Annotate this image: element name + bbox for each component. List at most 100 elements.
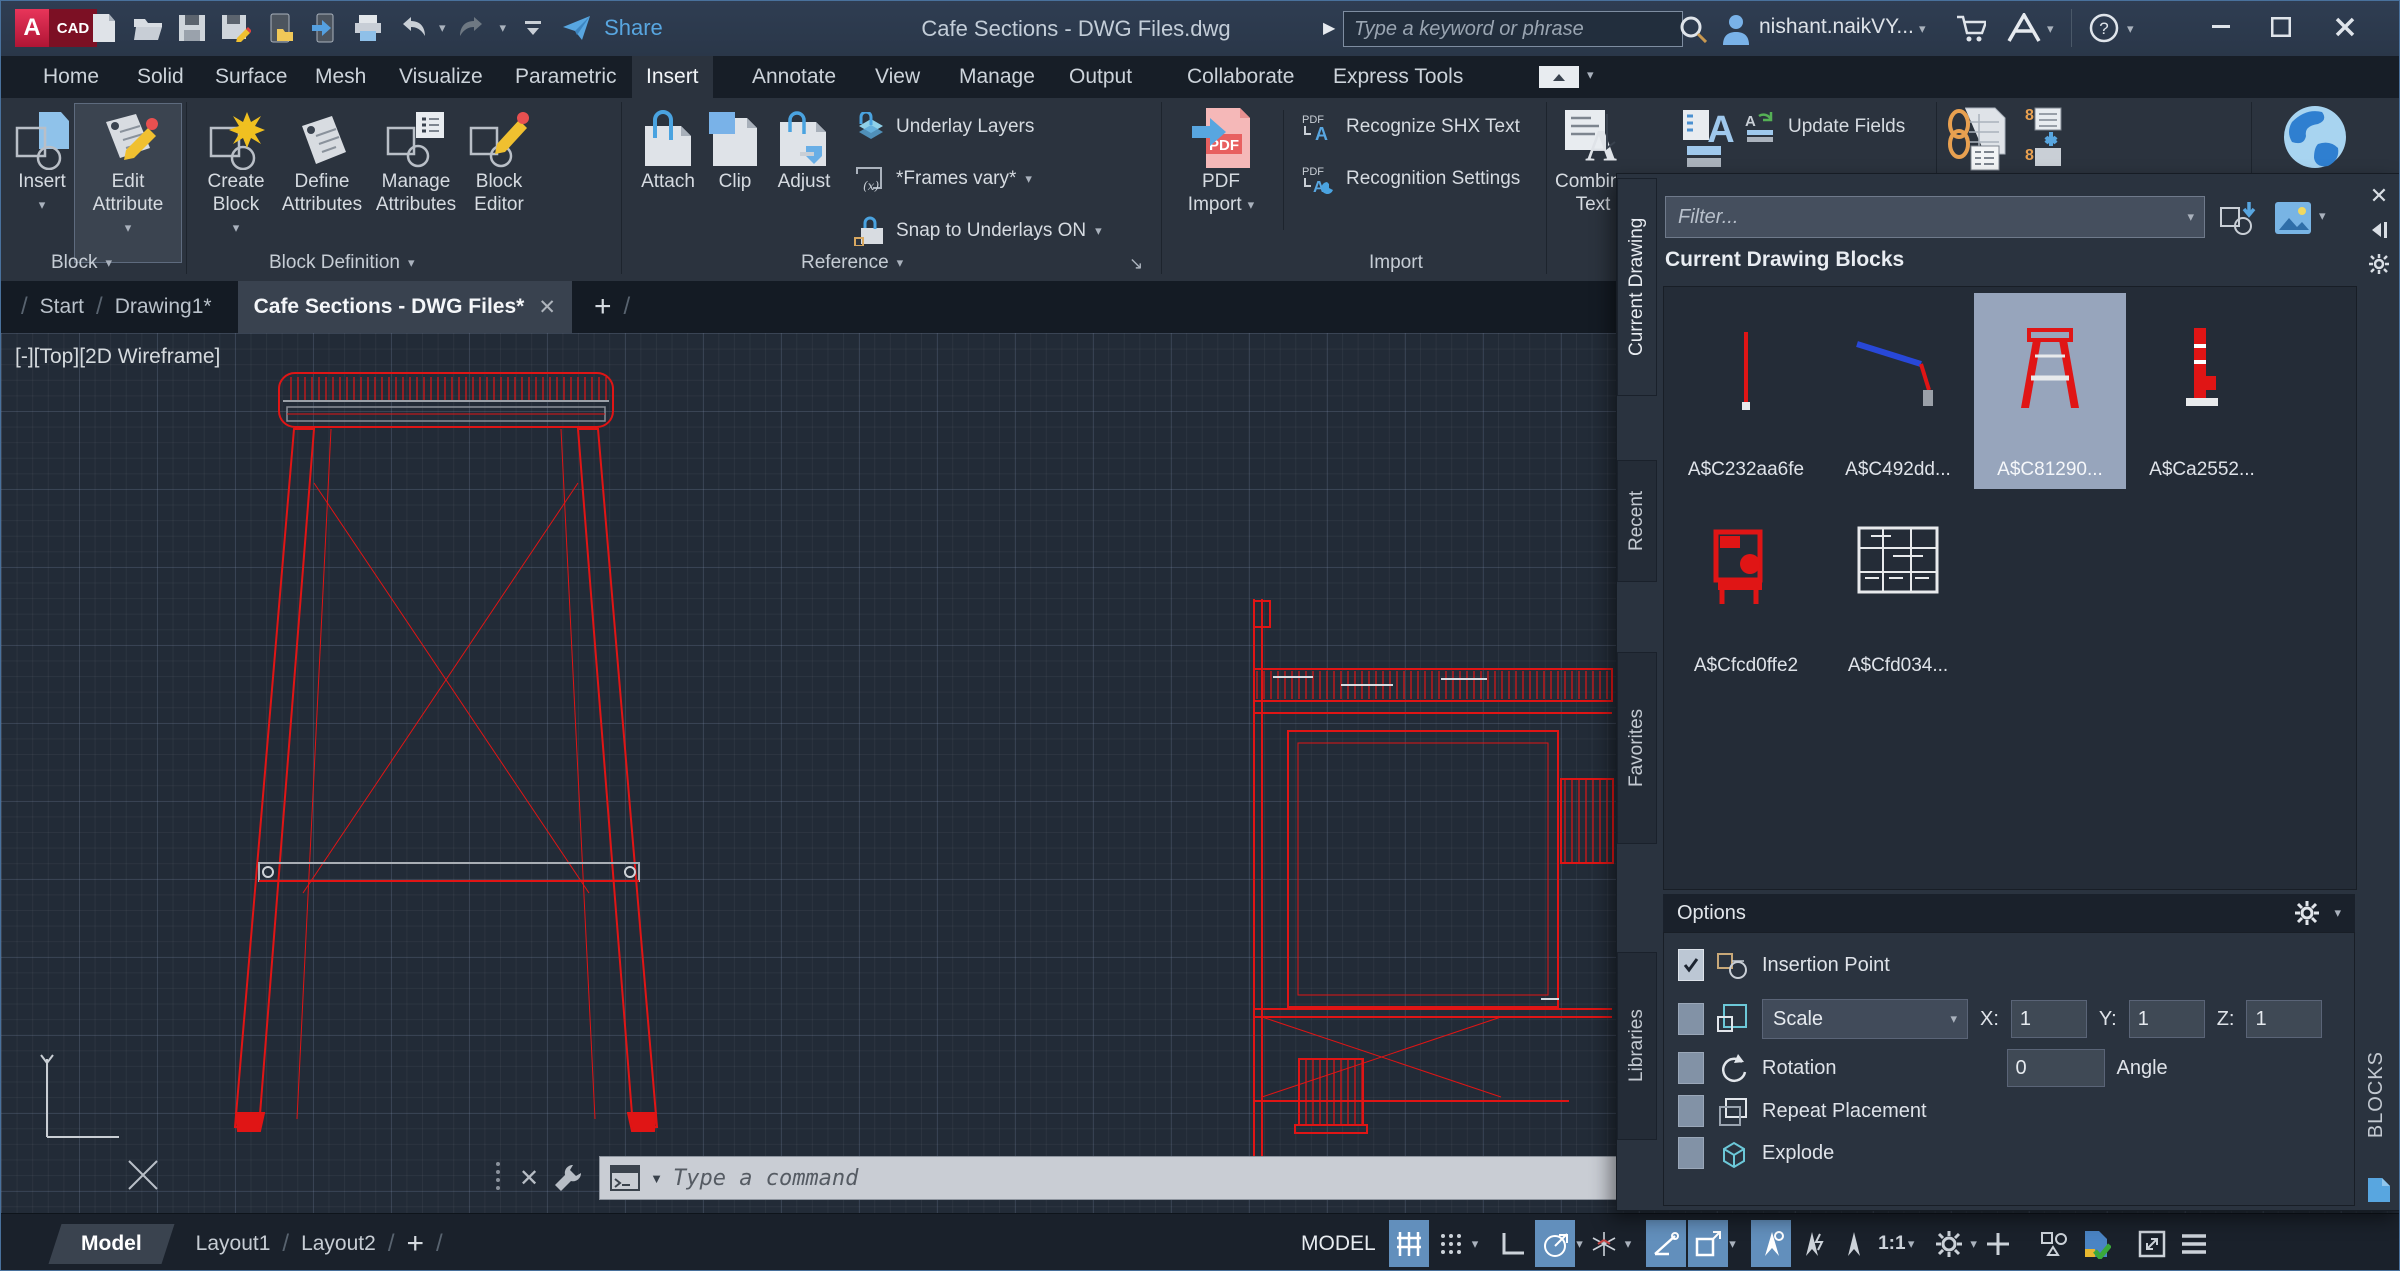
app-store-cart-icon[interactable] bbox=[1956, 15, 1986, 43]
workspace-switching-button[interactable] bbox=[1929, 1220, 1969, 1267]
polar-dropdown-caret[interactable]: ▾ bbox=[1576, 1236, 1583, 1252]
undo-icon[interactable] bbox=[395, 11, 429, 45]
plot-icon[interactable] bbox=[351, 11, 385, 45]
palette-tab-recent[interactable]: Recent bbox=[1617, 460, 1657, 582]
share-icon[interactable] bbox=[560, 11, 594, 45]
reference-panel-label[interactable]: Reference▾ bbox=[801, 248, 903, 278]
palette-close-icon[interactable]: ✕ bbox=[2357, 179, 2400, 213]
share-label[interactable]: Share bbox=[604, 15, 663, 41]
tab-parametric[interactable]: Parametric bbox=[501, 56, 631, 98]
pdf-import-button[interactable]: PDF PDF Import▾ bbox=[1181, 104, 1261, 216]
command-tools-wrench-icon[interactable] bbox=[553, 1163, 583, 1193]
file-tab-active[interactable]: Cafe Sections - DWG Files* ✕ bbox=[238, 281, 572, 333]
block-tile[interactable]: A$C492dd... bbox=[1822, 293, 1974, 489]
osnap-dropdown-caret[interactable]: ▾ bbox=[1729, 1236, 1736, 1252]
app-logo[interactable]: A CAD bbox=[15, 9, 97, 47]
isolate-objects-button[interactable] bbox=[2034, 1220, 2074, 1267]
workspace-dropdown-caret[interactable]: ▾ bbox=[1970, 1236, 1977, 1252]
save-icon[interactable] bbox=[175, 11, 209, 45]
autodesk-dropdown-caret[interactable]: ▾ bbox=[2047, 21, 2054, 37]
annotation-monitor-plus-button[interactable] bbox=[1978, 1220, 2018, 1267]
command-line-grip[interactable] bbox=[493, 1158, 505, 1198]
help-icon[interactable]: ? bbox=[2089, 13, 2119, 43]
grid-display-button[interactable] bbox=[1389, 1220, 1429, 1267]
layout-tab-model[interactable]: Model bbox=[49, 1224, 175, 1264]
annotation-visibility-button[interactable] bbox=[1751, 1220, 1791, 1267]
geolocation-globe-icon[interactable] bbox=[2282, 104, 2348, 170]
options-collapse-caret[interactable]: ▾ bbox=[2334, 905, 2341, 921]
minimize-button[interactable] bbox=[2199, 7, 2243, 47]
recognize-shx-button[interactable]: PDFA Recognize SHX Text bbox=[1301, 112, 1520, 142]
file-tab-start[interactable]: Start bbox=[40, 295, 84, 319]
search-input[interactable] bbox=[1352, 17, 1674, 42]
close-button[interactable] bbox=[2323, 7, 2367, 47]
tab-annotate[interactable]: Annotate bbox=[738, 56, 850, 98]
reference-dialog-launcher[interactable]: ↘ bbox=[1129, 254, 1143, 274]
annotation-scale-button[interactable] bbox=[1835, 1220, 1875, 1267]
tab-collaborate[interactable]: Collaborate bbox=[1173, 56, 1308, 98]
tab-visualize[interactable]: Visualize bbox=[385, 56, 497, 98]
update-fields-button[interactable]: A Update Fields bbox=[1745, 112, 1905, 142]
model-space-badge[interactable]: MODEL bbox=[1301, 1232, 1376, 1256]
rotation-angle-input[interactable] bbox=[2007, 1049, 2105, 1087]
object-snap-tracking-button[interactable] bbox=[1646, 1220, 1686, 1267]
scale-z-input[interactable] bbox=[2246, 1000, 2322, 1038]
import-panel-label[interactable]: Import bbox=[1369, 248, 1423, 278]
repeat-placement-checkbox[interactable] bbox=[1678, 1095, 1704, 1127]
save-to-mobile-icon[interactable] bbox=[307, 11, 341, 45]
snap-mode-button[interactable] bbox=[1431, 1220, 1471, 1267]
command-dropdown-caret[interactable]: ▼ bbox=[650, 1171, 663, 1186]
scale-select[interactable]: Scale▾ bbox=[1762, 999, 1968, 1039]
layout-tab-layout2[interactable]: Layout2 bbox=[301, 1232, 376, 1256]
edit-attribute-button[interactable]: Edit Attribute ▾ bbox=[75, 104, 181, 262]
block-tile[interactable]: A$C232aa6fe bbox=[1670, 293, 1822, 489]
filter-input[interactable] bbox=[1676, 205, 2187, 230]
block-definition-panel-label[interactable]: Block Definition▾ bbox=[269, 248, 414, 278]
file-tab-close-icon[interactable]: ✕ bbox=[538, 295, 556, 320]
isometric-drafting-button[interactable] bbox=[1584, 1220, 1624, 1267]
new-file-tab-button[interactable]: + bbox=[594, 290, 612, 324]
options-gear-icon[interactable] bbox=[2294, 900, 2320, 926]
underlay-layers-button[interactable]: Underlay Layers bbox=[853, 112, 1034, 142]
palette-bottom-file-icon[interactable] bbox=[2357, 1173, 2400, 1207]
block-panel-label[interactable]: Block▾ bbox=[51, 248, 112, 278]
palette-tab-libraries[interactable]: Libraries bbox=[1617, 952, 1657, 1140]
redo-dropdown-caret[interactable]: ▾ bbox=[500, 20, 507, 36]
help-dropdown-caret[interactable]: ▾ bbox=[2127, 21, 2134, 37]
block-tile-selected[interactable]: A$C81290... bbox=[1974, 293, 2126, 489]
undo-dropdown-caret[interactable]: ▾ bbox=[439, 20, 446, 36]
redo-icon[interactable] bbox=[456, 11, 490, 45]
frames-vary-button[interactable]: (x) *Frames vary* ▾ bbox=[853, 164, 1032, 194]
explode-checkbox[interactable] bbox=[1678, 1137, 1704, 1169]
ribbon-collapse-caret[interactable]: ▾ bbox=[1587, 67, 1594, 83]
open-file-icon[interactable] bbox=[131, 11, 165, 45]
insertion-options-icon[interactable] bbox=[2219, 200, 2261, 236]
data-link-icon[interactable] bbox=[1945, 106, 2015, 172]
user-avatar-icon[interactable] bbox=[1721, 13, 1751, 45]
clip-button[interactable]: Clip bbox=[709, 104, 761, 193]
scale-y-input[interactable] bbox=[2129, 1000, 2205, 1038]
tab-surface[interactable]: Surface bbox=[201, 56, 301, 98]
palette-tab-current-drawing[interactable]: Current Drawing bbox=[1617, 178, 1657, 396]
tab-express-tools[interactable]: Express Tools bbox=[1319, 56, 1477, 98]
command-close-icon[interactable]: ✕ bbox=[519, 1164, 539, 1193]
tab-solid[interactable]: Solid bbox=[123, 56, 198, 98]
maximize-button[interactable] bbox=[2259, 7, 2303, 47]
object-snap-button[interactable] bbox=[1688, 1220, 1728, 1267]
annotation-scale-value[interactable]: 1:1 bbox=[1877, 1220, 1907, 1267]
create-block-button[interactable]: Create Block ▾ bbox=[201, 104, 271, 239]
autodesk-logo-icon[interactable] bbox=[2007, 13, 2041, 43]
manage-attributes-button[interactable]: Manage Attributes bbox=[373, 104, 459, 216]
recognition-settings-button[interactable]: PDFA Recognition Settings bbox=[1301, 164, 1520, 194]
options-header[interactable]: Options ▾ bbox=[1663, 894, 2355, 932]
field-button[interactable]: A bbox=[1681, 104, 1737, 170]
attach-button[interactable]: Attach bbox=[635, 104, 701, 193]
snap-dropdown-caret[interactable]: ▾ bbox=[1472, 1236, 1479, 1252]
thumbnail-view-icon[interactable] bbox=[2273, 200, 2313, 236]
autoscale-button[interactable] bbox=[1793, 1220, 1833, 1267]
block-tile[interactable]: A$Cfcd0ffe2 bbox=[1670, 489, 1822, 685]
open-from-mobile-icon[interactable] bbox=[263, 11, 297, 45]
user-dropdown-caret[interactable]: ▾ bbox=[1919, 21, 1926, 37]
palette-tab-favorites[interactable]: Favorites bbox=[1617, 652, 1657, 844]
command-input[interactable]: ▼ Type a command bbox=[599, 1156, 1651, 1200]
